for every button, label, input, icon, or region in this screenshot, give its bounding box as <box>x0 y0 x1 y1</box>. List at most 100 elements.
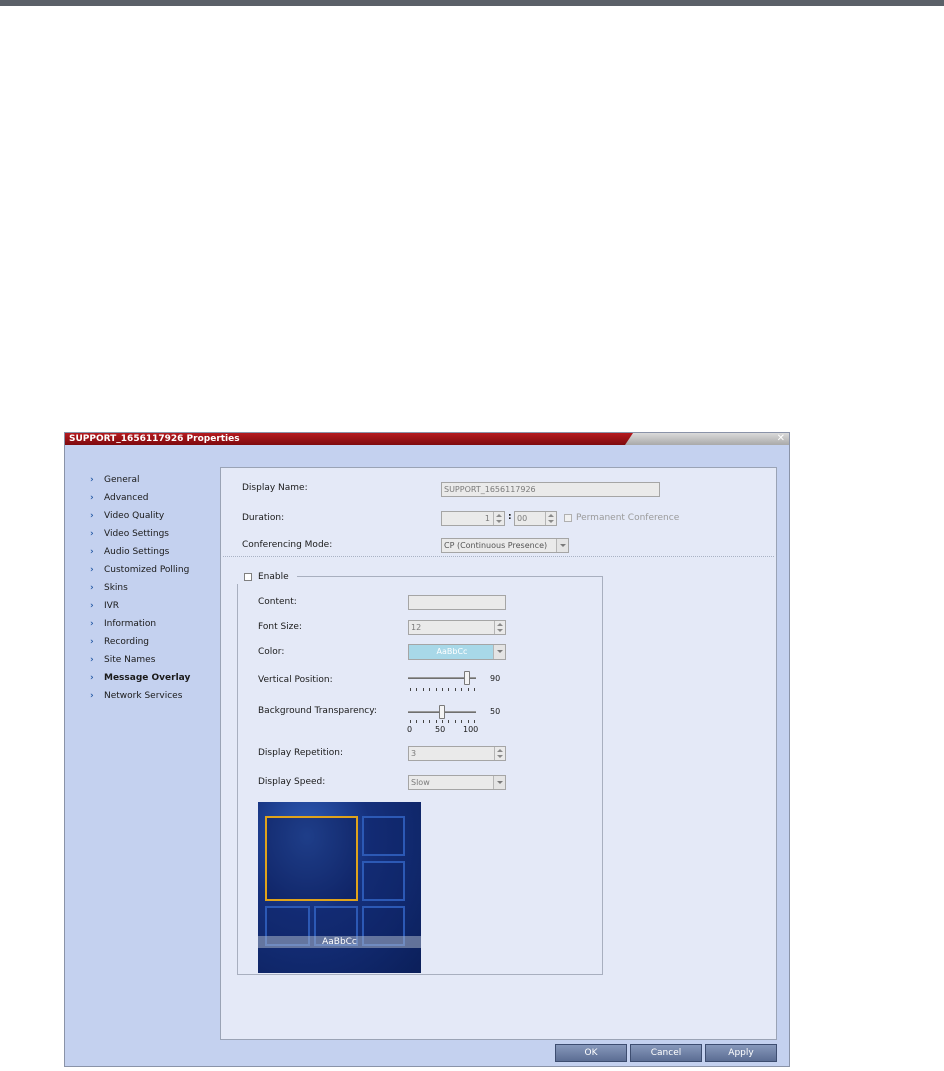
chevron-down-icon[interactable] <box>493 776 505 789</box>
chevron-right-icon: › <box>90 493 94 503</box>
sidebar-item-network-services[interactable]: › Network Services <box>90 687 215 705</box>
spin-arrows-icon[interactable] <box>494 621 505 634</box>
tick-label-min: 0 <box>407 725 413 734</box>
slider-tick <box>410 688 411 691</box>
slider-tick <box>410 720 411 723</box>
vertical-position-label: Vertical Position: <box>258 675 333 685</box>
slider-tick <box>422 720 424 723</box>
sidebar-item-label: Advanced <box>104 493 149 503</box>
slider-tick <box>467 720 469 723</box>
sidebar-item-general[interactable]: › General <box>90 471 215 489</box>
sidebar-nav: › General › Advanced › Video Quality › Video… <box>90 471 215 705</box>
chevron-right-icon: › <box>90 619 94 629</box>
chevron-right-icon: › <box>90 673 94 683</box>
display-name-field[interactable]: SUPPORT_1656117926 <box>441 482 660 497</box>
sidebar-item-label: Skins <box>104 583 128 593</box>
display-repetition-label: Display Repetition: <box>258 748 343 758</box>
sidebar-item-label: Video Quality <box>104 511 165 521</box>
title-bar-tail <box>625 433 789 445</box>
font-size-label: Font Size: <box>258 622 302 632</box>
sidebar-item-label: Customized Polling <box>104 565 190 575</box>
slider-tick <box>442 688 443 691</box>
duration-minutes-value: 00 <box>517 514 528 523</box>
section-divider <box>223 556 774 557</box>
font-size-stepper[interactable]: 12 <box>408 620 506 635</box>
overlay-preview: AaBbCc <box>258 802 421 973</box>
spin-arrows-icon[interactable] <box>545 512 556 525</box>
chevron-right-icon: › <box>90 565 94 575</box>
chevron-down-icon[interactable] <box>556 539 568 552</box>
title-bar[interactable]: SUPPORT_1656117926 Properties ✕ <box>65 433 789 445</box>
vertical-position-value: 90 <box>490 674 501 683</box>
sidebar-item-advanced[interactable]: › Advanced <box>90 489 215 507</box>
slider-tick <box>454 688 456 691</box>
background-transparency-value: 50 <box>490 707 501 716</box>
slider-tick <box>435 688 437 691</box>
sidebar-item-message-overlay[interactable]: › Message Overlay <box>90 669 215 687</box>
sidebar-item-information[interactable]: › Information <box>90 615 215 633</box>
sidebar-item-audio-settings[interactable]: › Audio Settings <box>90 543 215 561</box>
chevron-right-icon: › <box>90 637 94 647</box>
sidebar-item-ivr[interactable]: › IVR <box>90 597 215 615</box>
apply-button[interactable]: Apply <box>705 1044 777 1062</box>
slider-ticks <box>410 720 475 724</box>
properties-dialog: SUPPORT_1656117926 Properties ✕ › General… <box>64 432 790 1067</box>
spin-arrows-icon[interactable] <box>494 747 505 760</box>
sidebar-item-label: Recording <box>104 637 150 647</box>
window-title: SUPPORT_1656117926 Properties <box>69 434 240 444</box>
close-icon[interactable]: ✕ <box>777 433 785 445</box>
enable-label: Enable <box>258 572 289 582</box>
sidebar-item-site-names[interactable]: › Site Names <box>90 651 215 669</box>
enable-checkbox[interactable] <box>244 573 252 581</box>
tick-label-mid: 50 <box>435 725 446 734</box>
content-field[interactable] <box>408 595 506 610</box>
display-speed-select[interactable]: Slow <box>408 775 506 790</box>
slider-tick <box>461 688 463 691</box>
slider-tick <box>454 720 456 723</box>
sidebar-item-video-settings[interactable]: › Video Settings <box>90 525 215 543</box>
chevron-right-icon: › <box>90 691 94 701</box>
slider-thumb[interactable] <box>463 671 470 685</box>
slider-tick <box>448 720 450 723</box>
sidebar-item-recording[interactable]: › Recording <box>90 633 215 651</box>
slider-thumb[interactable] <box>439 705 445 719</box>
color-label: Color: <box>258 647 285 657</box>
duration-minutes-stepper[interactable]: 00 <box>514 511 557 526</box>
slider-tick <box>474 720 475 723</box>
enable-toggle[interactable]: Enable <box>236 570 297 584</box>
chevron-right-icon: › <box>90 475 94 485</box>
permanent-conference-checkbox[interactable] <box>564 514 572 522</box>
display-speed-value: Slow <box>411 778 430 787</box>
sidebar-item-label: Message Overlay <box>104 673 191 683</box>
sidebar-item-label: Audio Settings <box>104 547 170 557</box>
sidebar-item-label: Network Services <box>104 691 183 701</box>
duration-hours-stepper[interactable]: 1 <box>441 511 505 526</box>
sidebar-item-label: Site Names <box>104 655 156 665</box>
slider-tick <box>448 688 450 691</box>
sidebar-item-label: Video Settings <box>104 529 169 539</box>
slider-tick <box>435 720 437 723</box>
slider-tick <box>422 688 424 691</box>
conferencing-mode-select[interactable]: CP (Continuous Presence) <box>441 538 569 553</box>
chevron-right-icon: › <box>90 601 94 611</box>
sidebar-item-customized-polling[interactable]: › Customized Polling <box>90 561 215 579</box>
sidebar-item-label: Information <box>104 619 157 629</box>
slider-tick <box>474 688 475 691</box>
duration-label: Duration: <box>242 513 285 523</box>
chevron-right-icon: › <box>90 529 94 539</box>
color-sample-text: AaBbCc <box>436 647 468 656</box>
ok-button[interactable]: OK <box>555 1044 627 1062</box>
display-repetition-stepper[interactable]: 3 <box>408 746 506 761</box>
slider-tick <box>442 720 443 723</box>
slider-tick <box>416 688 418 691</box>
sidebar-item-skins[interactable]: › Skins <box>90 579 215 597</box>
spin-arrows-icon[interactable] <box>493 512 504 525</box>
cancel-button[interactable]: Cancel <box>630 1044 702 1062</box>
duration-hours-value: 1 <box>484 514 490 523</box>
display-name-label: Display Name: <box>242 483 308 493</box>
chevron-right-icon: › <box>90 547 94 557</box>
chevron-down-icon[interactable] <box>493 645 505 659</box>
font-size-value: 12 <box>411 623 422 632</box>
color-select[interactable]: AaBbCc <box>408 644 506 660</box>
sidebar-item-video-quality[interactable]: › Video Quality <box>90 507 215 525</box>
